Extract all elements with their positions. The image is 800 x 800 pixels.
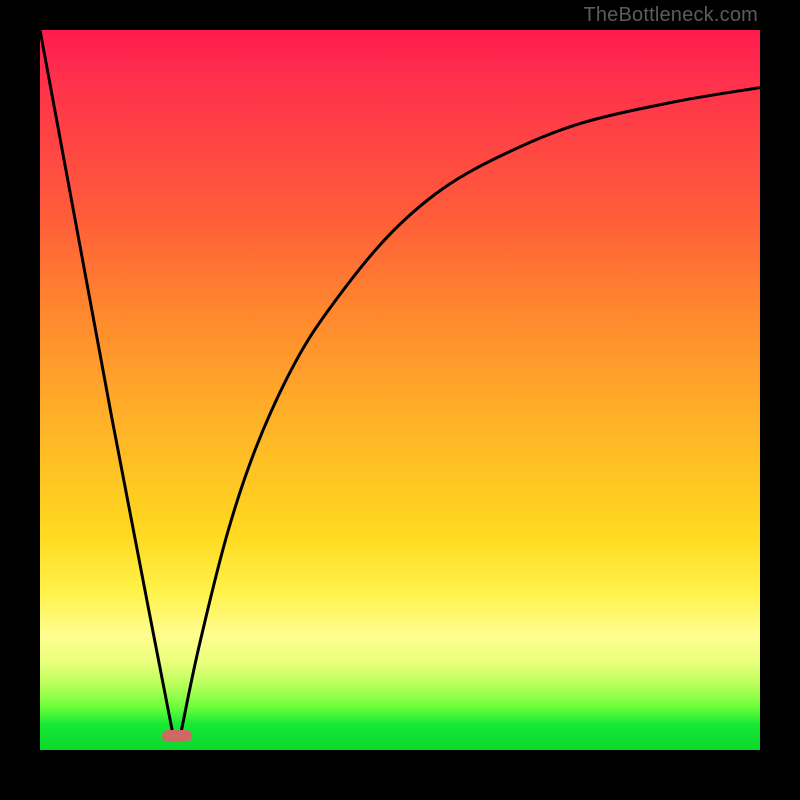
curve-left-branch: [40, 30, 173, 736]
chart-frame: TheBottleneck.com: [0, 0, 800, 800]
minimum-marker: [162, 730, 192, 742]
plot-area: [40, 30, 760, 750]
watermark-text: TheBottleneck.com: [583, 4, 758, 27]
bottleneck-curve: [40, 30, 760, 750]
curve-right-branch: [180, 88, 760, 736]
